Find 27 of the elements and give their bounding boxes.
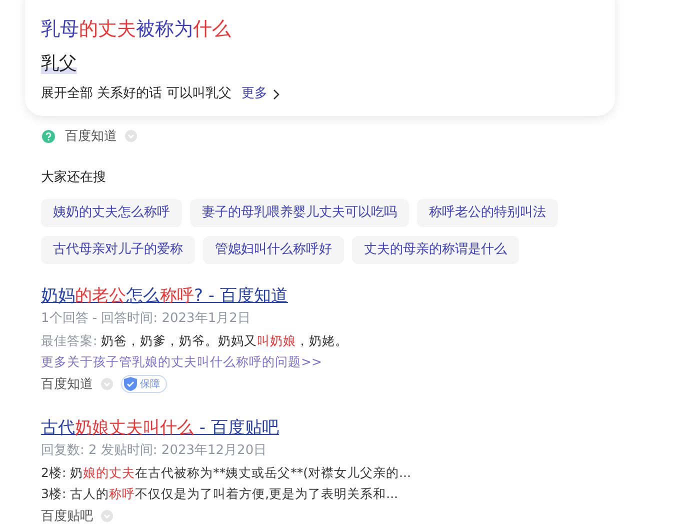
answer-summary: 展开全部 关系好的话 可以叫乳父 (41, 85, 232, 103)
dropdown-icon[interactable] (101, 510, 113, 522)
result-snippet: 最佳答案: 奶爸，奶爹，奶爷。奶妈又叫奶娘，奶姥。 (41, 332, 350, 350)
shield-check-icon (124, 377, 137, 391)
related-search-chip[interactable]: 管媳妇叫什么称呼好 (203, 236, 344, 264)
related-search-chip[interactable]: 称呼老公的特别叫法 (417, 199, 558, 227)
result-snippet: 2楼: 奶娘的丈夫在古代被称为**姨丈或岳父**(对襟女儿父亲的... (41, 464, 412, 482)
source-name: 百度贴吧 (41, 508, 93, 525)
related-search-chip[interactable]: 丈夫的母亲的称谓是什么 (352, 236, 519, 264)
source-name: 百度知道 (41, 376, 93, 393)
source-name: 百度知道 (65, 128, 117, 145)
more-link[interactable]: 更多 (241, 84, 280, 104)
result-snippet: 3楼: 古人的称呼不仅仅是为了叫着方便,更是为了表明关系和... (41, 485, 400, 503)
question-mark-icon (42, 130, 55, 142)
related-search-chip[interactable]: 古代母亲对儿子的爱称 (41, 236, 195, 264)
more-questions-link[interactable]: 更多关于孩子管乳娘的丈夫叫什么称呼的问题>> (41, 351, 689, 372)
related-heading: 大家还在搜 (41, 169, 107, 187)
related-search-chip[interactable]: 妻子的母乳喂养婴儿丈夫可以吃吗 (190, 199, 409, 227)
answer-text: 乳父 (41, 53, 77, 74)
question-title[interactable]: 乳母的丈夫被称为什么 (41, 16, 599, 42)
chevron-right-icon (273, 88, 280, 100)
dropdown-icon[interactable] (101, 378, 113, 390)
result-meta: 1个回答 - 回答时间: 2023年1月2日 (41, 310, 252, 328)
dropdown-icon[interactable] (125, 130, 137, 142)
related-search-chip[interactable]: 姨奶的丈夫怎么称呼 (41, 199, 182, 227)
guarantee-badge: 保障 (121, 375, 167, 393)
result-meta: 回复数: 2 发贴时间: 2023年12月20日 (41, 442, 268, 460)
